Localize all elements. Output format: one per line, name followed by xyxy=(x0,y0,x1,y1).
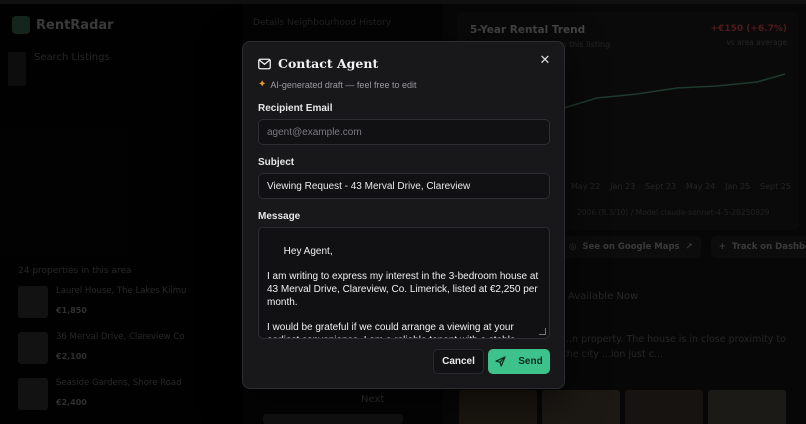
modal-title: Contact Agent xyxy=(278,56,379,71)
modal-header: Contact Agent xyxy=(258,56,378,71)
message-label: Message xyxy=(258,211,301,222)
sparkle-icon: ✦ xyxy=(258,79,267,90)
app-page: RentRadar Search Listings 24 properties … xyxy=(0,0,806,424)
send-button[interactable]: Send xyxy=(488,349,550,374)
message-text: Hey Agent, I am writing to express my in… xyxy=(267,245,539,338)
cancel-button[interactable]: Cancel xyxy=(433,349,484,374)
ai-note-text: AI-generated draft — feel free to edit xyxy=(270,80,417,90)
mail-icon xyxy=(258,58,271,70)
recipient-email-input[interactable] xyxy=(258,119,550,145)
subject-label: Subject xyxy=(258,157,295,168)
recipient-email-label: Recipient Email xyxy=(258,103,333,114)
send-label: Send xyxy=(518,356,543,367)
ai-draft-note: ✦ AI-generated draft — feel free to edit xyxy=(258,79,417,91)
close-icon[interactable]: ✕ xyxy=(536,51,554,69)
send-icon xyxy=(495,356,506,367)
subject-input[interactable] xyxy=(258,173,550,199)
message-textarea[interactable]: Hey Agent, I am writing to express my in… xyxy=(258,227,550,339)
resize-handle-icon[interactable] xyxy=(539,328,546,335)
contact-agent-modal: Contact Agent ✕ ✦ AI-generated draft — f… xyxy=(242,41,565,389)
